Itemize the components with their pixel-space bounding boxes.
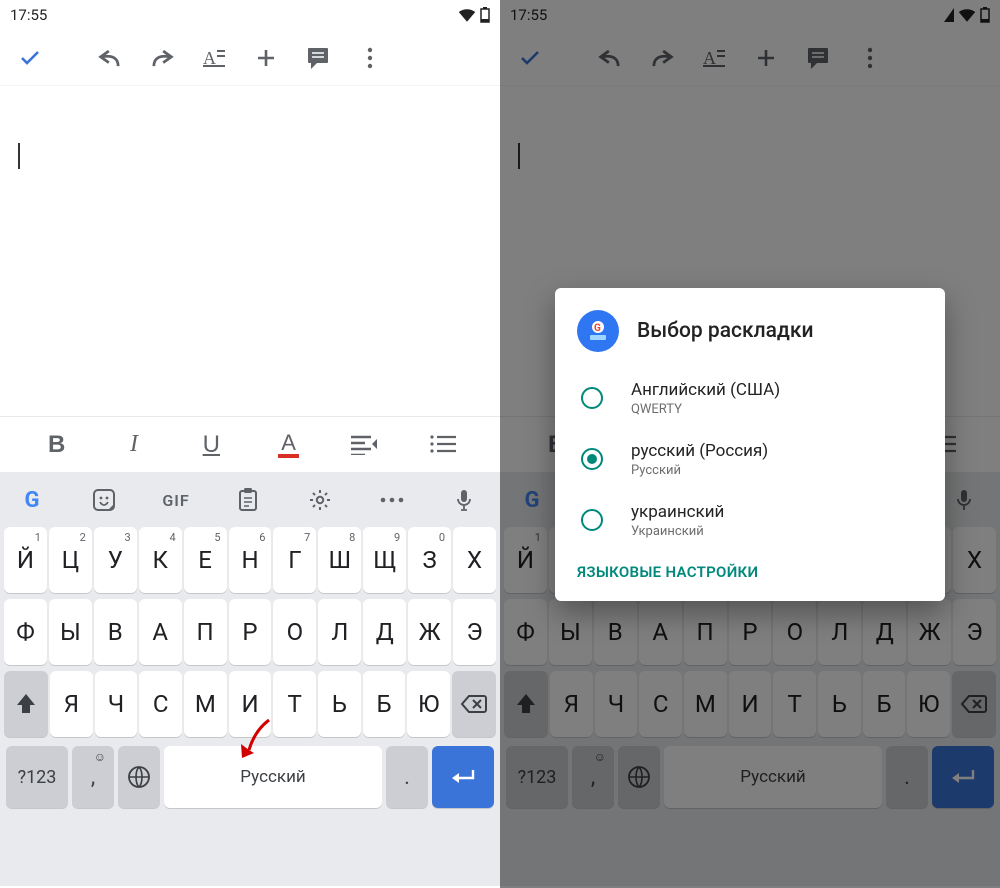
keyboard-row-4: ?123 ☺, Русский . — [0, 740, 500, 820]
text-format-button[interactable]: A — [190, 34, 238, 82]
option-subtitle: QWERTY — [631, 402, 780, 417]
clipboard-icon[interactable] — [226, 488, 270, 512]
key-М[interactable]: М — [184, 671, 227, 737]
key-С[interactable]: С — [139, 671, 182, 737]
key-Щ[interactable]: Щ9 — [363, 527, 406, 593]
layout-option[interactable]: русский (Россия) Русский — [555, 429, 945, 490]
undo-button[interactable] — [86, 34, 134, 82]
phone-screen-right: 17:55 A B I U A G GIF — [500, 0, 1000, 888]
list-button[interactable] — [420, 422, 466, 468]
key-Л[interactable]: Л — [318, 599, 361, 665]
google-icon[interactable]: G — [10, 488, 54, 513]
align-button[interactable] — [343, 422, 389, 468]
key-Г[interactable]: Г7 — [273, 527, 316, 593]
svg-text:G: G — [594, 323, 601, 334]
spacebar-key[interactable]: Русский — [164, 746, 382, 808]
sticker-icon[interactable] — [82, 489, 126, 511]
key-Ю[interactable]: Ю — [407, 671, 450, 737]
period-key[interactable]: . — [386, 746, 428, 808]
option-subtitle: Украинский — [631, 524, 724, 539]
key-Ш[interactable]: Ш8 — [318, 527, 361, 593]
bold-button[interactable]: B — [34, 422, 80, 468]
key-Й[interactable]: Й1 — [4, 527, 47, 593]
keyboard-row-3: ЯЧСМИТЬБЮ — [0, 668, 500, 740]
layout-option[interactable]: Английский (США) QWERTY — [555, 368, 945, 429]
shift-key[interactable] — [4, 671, 48, 737]
keyboard-row-2: ФЫВАПРОЛДЖЭ — [0, 596, 500, 668]
radio-icon — [581, 387, 603, 409]
option-title: Английский (США) — [631, 380, 780, 400]
key-Ч[interactable]: Ч — [95, 671, 138, 737]
underline-button[interactable]: U — [188, 422, 234, 468]
editor-toolbar: A — [0, 30, 500, 86]
option-subtitle: Русский — [631, 463, 768, 478]
text-color-button[interactable]: A — [266, 422, 312, 468]
gboard-app-icon: G — [577, 310, 619, 352]
format-bar: B I U A — [0, 416, 500, 472]
key-О[interactable]: О — [273, 599, 316, 665]
keyboard: G GIF Й1Ц2У3К4Е5Н6Г7Ш8Щ9З0Х ФЫВАПРОЛДЖЭ — [0, 472, 500, 886]
layout-picker-dialog: G Выбор раскладки Английский (США) QWERTY… — [555, 288, 945, 601]
battery-icon — [480, 7, 490, 23]
key-Б[interactable]: Б — [363, 671, 406, 737]
status-bar: 17:55 — [0, 0, 500, 30]
status-icons — [458, 7, 490, 23]
key-Ц[interactable]: Ц2 — [49, 527, 92, 593]
key-К[interactable]: К4 — [139, 527, 182, 593]
gif-button[interactable]: GIF — [154, 491, 198, 510]
radio-icon — [581, 448, 603, 470]
confirm-button[interactable] — [6, 34, 54, 82]
key-Ж[interactable]: Ж — [408, 599, 451, 665]
option-title: русский (Россия) — [631, 441, 768, 461]
key-Д[interactable]: Д — [363, 599, 406, 665]
document-canvas[interactable] — [0, 86, 500, 416]
key-З[interactable]: З0 — [408, 527, 451, 593]
settings-icon[interactable] — [298, 488, 342, 512]
comma-key[interactable]: ☺, — [72, 746, 114, 808]
status-time: 17:55 — [10, 6, 47, 24]
layout-option[interactable]: украинский Украинский — [555, 490, 945, 551]
key-Ы[interactable]: Ы — [49, 599, 92, 665]
key-Е[interactable]: Е5 — [184, 527, 227, 593]
phone-screen-left: 17:55 A B I U — [0, 0, 500, 888]
key-Ь[interactable]: Ь — [318, 671, 361, 737]
key-В[interactable]: В — [94, 599, 137, 665]
key-И[interactable]: И — [229, 671, 272, 737]
backspace-key[interactable] — [452, 671, 496, 737]
keyboard-suggestion-strip: G GIF — [0, 472, 500, 524]
key-Ф[interactable]: Ф — [4, 599, 47, 665]
wifi-icon — [458, 8, 476, 22]
mic-icon[interactable] — [442, 489, 486, 511]
key-Н[interactable]: Н6 — [229, 527, 272, 593]
symbols-key[interactable]: ?123 — [6, 746, 68, 808]
language-switch-key[interactable] — [118, 746, 160, 808]
dialog-title: Выбор раскладки — [637, 319, 813, 343]
italic-button[interactable]: I — [111, 422, 157, 468]
key-У[interactable]: У3 — [94, 527, 137, 593]
add-button[interactable] — [242, 34, 290, 82]
key-П[interactable]: П — [184, 599, 227, 665]
option-title: украинский — [631, 502, 724, 522]
key-Я[interactable]: Я — [50, 671, 93, 737]
enter-key[interactable] — [432, 746, 494, 808]
key-Т[interactable]: Т — [273, 671, 316, 737]
key-Э[interactable]: Э — [453, 599, 496, 665]
redo-button[interactable] — [138, 34, 186, 82]
more-icon[interactable] — [370, 495, 414, 505]
keyboard-row-1: Й1Ц2У3К4Е5Н6Г7Ш8Щ9З0Х — [0, 524, 500, 596]
comment-button[interactable] — [294, 34, 342, 82]
radio-icon — [581, 509, 603, 531]
dialog-header: G Выбор раскладки — [555, 308, 945, 368]
language-settings-link[interactable]: ЯЗЫКОВЫЕ НАСТРОЙКИ — [555, 551, 945, 587]
key-А[interactable]: А — [139, 599, 182, 665]
text-cursor — [18, 143, 20, 169]
key-Р[interactable]: Р — [229, 599, 272, 665]
overflow-menu-button[interactable] — [346, 34, 394, 82]
key-Х[interactable]: Х — [453, 527, 496, 593]
